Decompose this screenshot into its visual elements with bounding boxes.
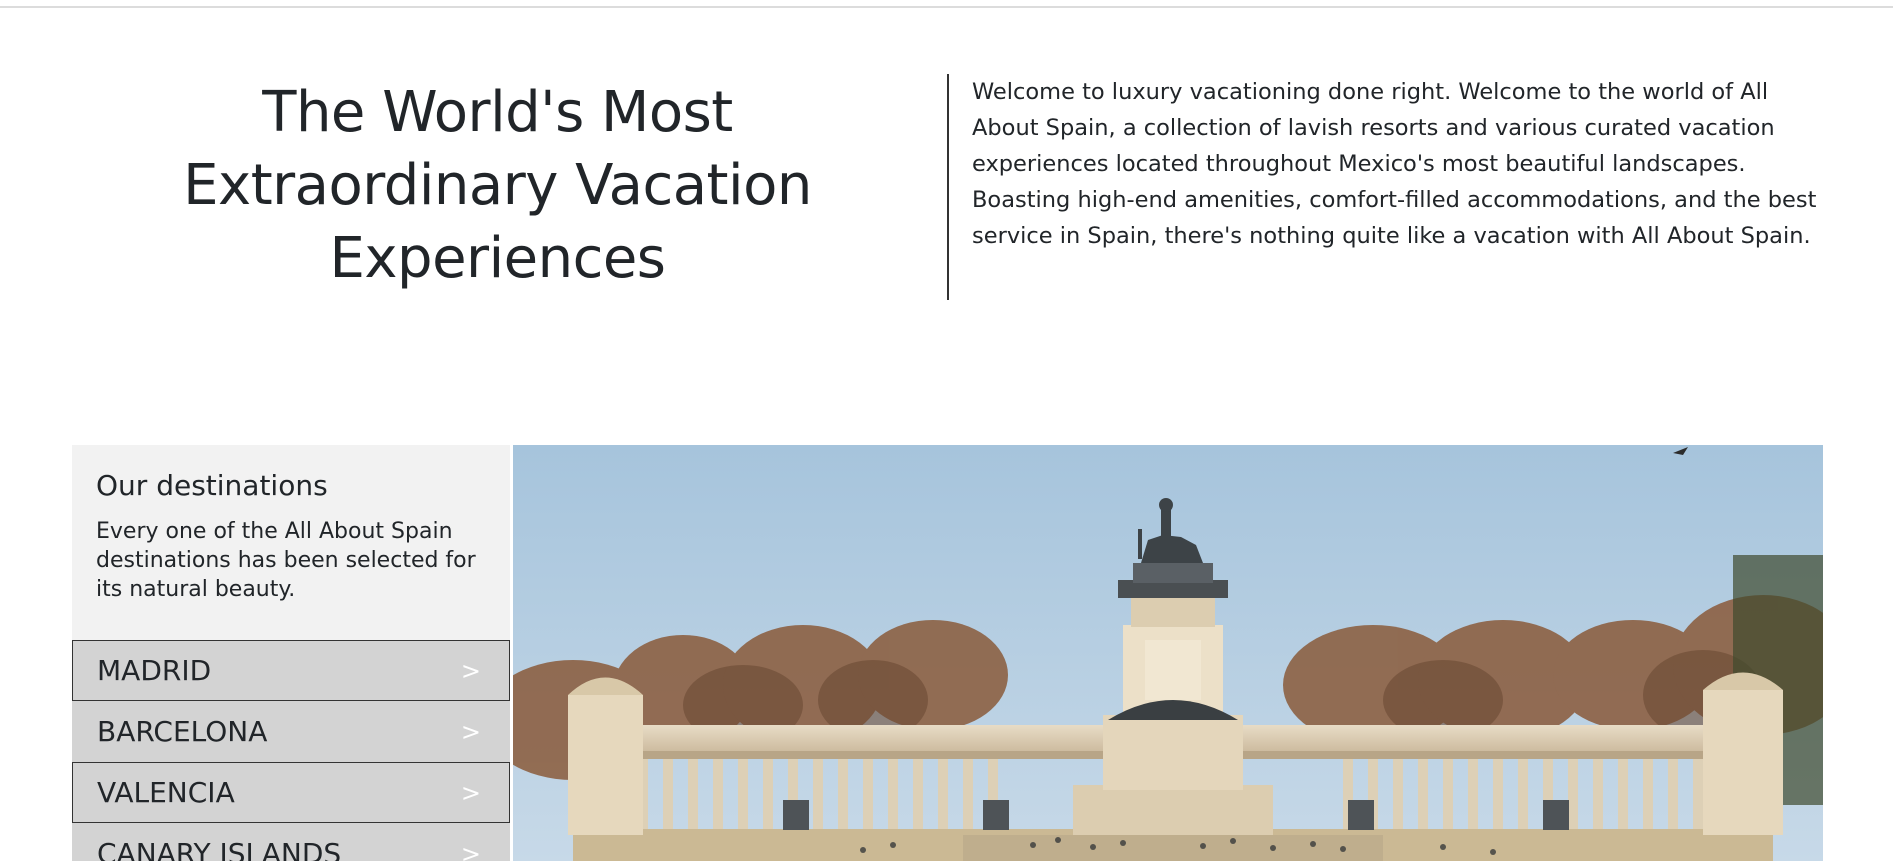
- page-title: The World's Most Extraordinary Vacation …: [183, 80, 812, 291]
- destination-label: CANARY ISLANDS: [97, 837, 342, 861]
- chevron-right-icon: >: [460, 657, 481, 685]
- chevron-right-icon: >: [460, 840, 481, 861]
- destination-label: MADRID: [97, 654, 212, 687]
- intro-divider: [947, 74, 949, 300]
- destination-item-canary-islands[interactable]: CANARY ISLANDS >: [72, 823, 510, 861]
- chevron-right-icon: >: [460, 718, 481, 746]
- destinations-description: Every one of the All About Spain destina…: [96, 519, 476, 602]
- destination-item-barcelona[interactable]: BARCELONA >: [72, 701, 510, 762]
- destinations-heading: Our destinations: [96, 469, 328, 502]
- intro-paragraph: Welcome to luxury vacationing done right…: [972, 79, 1817, 249]
- destination-item-valencia[interactable]: VALENCIA >: [72, 762, 510, 823]
- chevron-right-icon: >: [460, 779, 481, 807]
- destinations-panel: Our destinations Every one of the All Ab…: [72, 445, 510, 861]
- destination-photo: [513, 445, 1823, 861]
- destinations-list: MADRID > BARCELONA > VALENCIA > CANARY I…: [72, 640, 510, 861]
- destination-label: BARCELONA: [97, 715, 268, 748]
- destinations-section: Our destinations Every one of the All Ab…: [72, 445, 1823, 861]
- destination-item-madrid[interactable]: MADRID >: [72, 640, 510, 701]
- destination-label: VALENCIA: [97, 776, 235, 809]
- top-rule: [0, 6, 1893, 8]
